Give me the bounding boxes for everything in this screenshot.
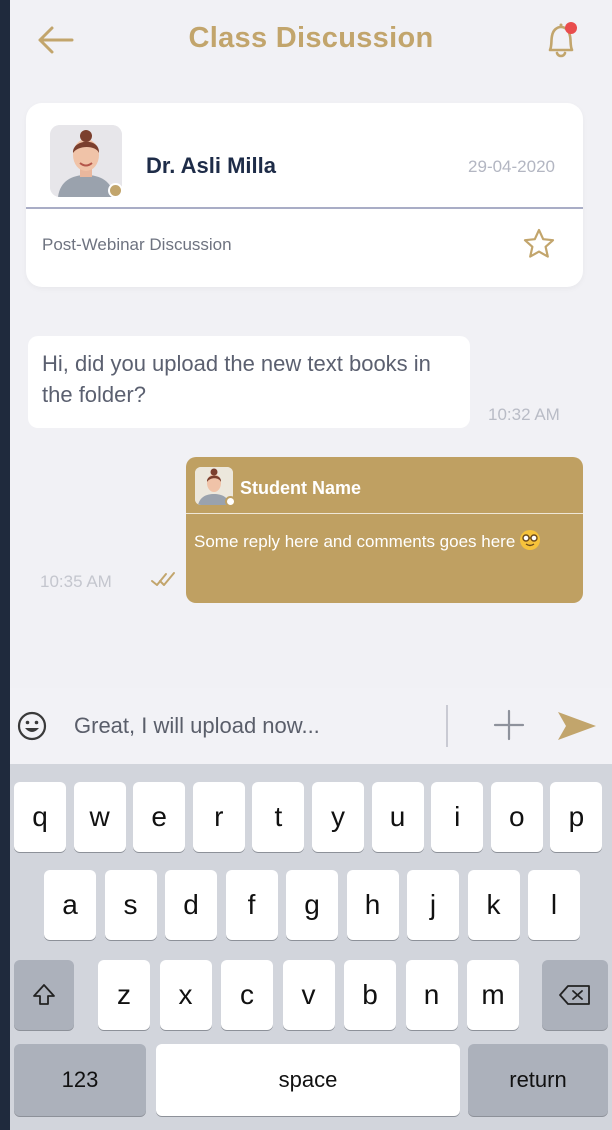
on-screen-keyboard: qwertyuiop asdfghjkl zxcvbnm 123 space r…	[10, 764, 612, 1130]
emoji-button[interactable]	[16, 710, 48, 742]
reply-divider	[186, 513, 583, 514]
key-h[interactable]: h	[346, 870, 399, 940]
reply-message-time: 10:35 AM	[40, 572, 112, 591]
post-date: 29-04-2020	[468, 157, 555, 176]
backspace-key[interactable]	[542, 960, 608, 1030]
key-b[interactable]: b	[344, 960, 396, 1030]
key-l[interactable]: l	[528, 870, 580, 940]
key-v[interactable]: v	[282, 960, 335, 1030]
key-j[interactable]: j	[407, 870, 459, 940]
key-z[interactable]: z	[98, 960, 150, 1030]
key-i[interactable]: i	[431, 782, 484, 852]
post-subject: Post-Webinar Discussion	[42, 235, 232, 254]
shift-icon	[33, 984, 55, 1005]
favorite-button[interactable]	[522, 227, 556, 261]
plus-icon	[493, 709, 525, 741]
reply-sender-name: Student Name	[240, 478, 362, 498]
key-o[interactable]: o	[490, 782, 543, 852]
app-screen: Class Discussion Dr. Asli Milla 29-04-20…	[10, 0, 612, 1130]
reply-text-block: Some reply here and comments goes here	[194, 525, 573, 559]
key-c[interactable]: c	[221, 960, 273, 1030]
message-composer	[10, 688, 612, 764]
star-outline-icon	[523, 228, 555, 258]
smiley-icon	[17, 711, 47, 741]
key-t[interactable]: t	[252, 782, 305, 852]
post-author-name: Dr. Asli Milla	[146, 153, 277, 178]
key-r[interactable]: r	[192, 782, 245, 852]
key-s[interactable]: s	[104, 870, 157, 940]
key-p[interactable]: p	[550, 782, 603, 852]
return-key[interactable]: return	[468, 1044, 608, 1116]
nerd-face-emoji	[519, 529, 541, 551]
send-button[interactable]	[556, 710, 598, 742]
incoming-message-time: 10:32 AM	[488, 405, 560, 424]
post-card[interactable]: Dr. Asli Milla 29-04-2020 Post-Webinar D…	[26, 103, 583, 287]
online-status-dot	[108, 183, 123, 198]
key-a[interactable]: a	[44, 870, 96, 940]
reply-message-text: Some reply here and comments goes here	[194, 532, 516, 551]
post-divider	[26, 207, 583, 209]
backspace-icon	[559, 985, 590, 1005]
notification-badge	[565, 22, 577, 34]
page-title: Class Discussion	[188, 22, 434, 54]
double-check-icon	[150, 570, 180, 588]
incoming-message-bubble[interactable]: Hi, did you upload the new text books in…	[28, 336, 470, 428]
message-input[interactable]	[74, 706, 434, 746]
send-icon	[558, 712, 596, 740]
key-y[interactable]: y	[312, 782, 364, 852]
attach-button[interactable]	[492, 708, 526, 742]
student-status-dot	[225, 496, 236, 507]
top-bar: Class Discussion	[10, 0, 612, 85]
key-m[interactable]: m	[467, 960, 519, 1030]
reply-message-bubble[interactable]: Student Name Some reply here and comment…	[186, 457, 583, 603]
composer-divider	[446, 705, 448, 747]
key-q[interactable]: q	[14, 782, 66, 852]
key-u[interactable]: u	[371, 782, 424, 852]
space-key[interactable]: space	[156, 1044, 460, 1116]
numbers-key[interactable]: 123	[14, 1044, 146, 1116]
key-k[interactable]: k	[467, 870, 520, 940]
key-x[interactable]: x	[159, 960, 212, 1030]
key-e[interactable]: e	[133, 782, 186, 852]
key-f[interactable]: f	[225, 870, 278, 940]
key-n[interactable]: n	[405, 960, 458, 1030]
notifications-button[interactable]	[538, 20, 582, 62]
key-g[interactable]: g	[286, 870, 338, 940]
shift-key[interactable]	[14, 960, 74, 1030]
key-w[interactable]: w	[73, 782, 126, 852]
key-d[interactable]: d	[165, 870, 217, 940]
